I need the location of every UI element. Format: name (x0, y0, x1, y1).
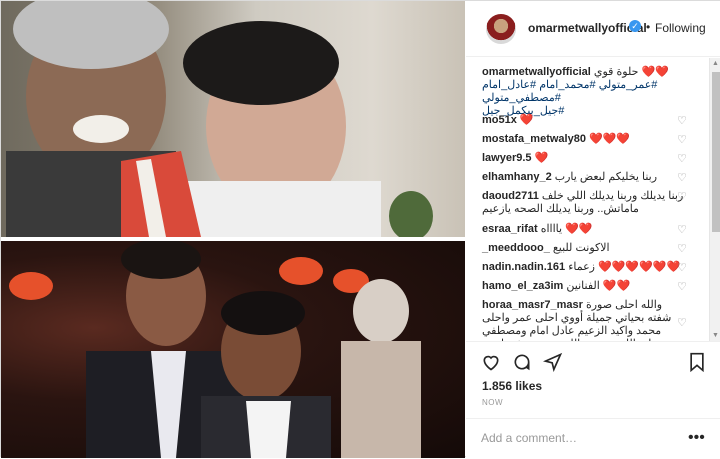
comment-row: daoud2711 ربنا يديلك وربنا يديلك اللي خل… (482, 190, 686, 216)
bookmark-icon[interactable] (688, 352, 706, 377)
comment-text: ❤️ (519, 114, 534, 126)
comment-like-heart-icon[interactable]: ♡ (677, 114, 687, 127)
comment-row: nadin.nadin.161 زعماء ❤️❤️❤️❤️❤️❤️ (482, 261, 686, 274)
comment-text: الفنانين ❤️❤️ (566, 280, 631, 292)
comment-text: ❤️❤️❤️ (589, 133, 631, 145)
comment-like-heart-icon[interactable]: ♡ (677, 133, 687, 146)
comment-text: الاكونت للبيع (552, 242, 610, 254)
comment-username[interactable]: nadin.nadin.161 (482, 261, 565, 273)
comment-like-heart-icon[interactable]: ♡ (677, 316, 687, 329)
comment-username[interactable]: lawyer9.5 (482, 152, 532, 164)
heart-outline-icon[interactable] (481, 352, 501, 377)
post-side-panel: omarmetwallyofficial ✓ • Following omarm… (466, 1, 720, 458)
comment-username[interactable]: mo51x (482, 114, 517, 126)
caption-username[interactable]: omarmetwallyofficial (482, 66, 591, 78)
caption-hashtags-line1[interactable]: #عمر_متولي #محمد_امام #عادل_امام #مصطفي_… (482, 79, 704, 105)
post-modal: omarmetwallyofficial ✓ • Following omarm… (0, 0, 720, 458)
comment-row: hamo_el_za3im الفنانين ❤️❤️ (482, 280, 686, 293)
post-actions: 1.856 likes NOW ••• (466, 341, 720, 458)
scroll-up-arrow-icon[interactable]: ▲ (712, 60, 719, 67)
avatar[interactable] (486, 14, 516, 44)
comment-like-heart-icon[interactable]: ♡ (677, 242, 687, 255)
comment-row: mostafa_metwaly80 ❤️❤️❤️ (482, 133, 686, 146)
post-caption: omarmetwallyofficial حلوة قوي ❤️❤️ #عمر_… (482, 66, 704, 118)
comment-username[interactable]: elhamhany_2 (482, 171, 552, 183)
comment-row: lawyer9.5 ❤️ (482, 152, 686, 165)
comment-like-heart-icon[interactable]: ♡ (677, 280, 687, 293)
photo-top-illustration (6, 1, 433, 237)
comment-username[interactable]: horaa_masr7_masr (482, 299, 583, 311)
verified-badge-icon: ✓ (629, 20, 641, 32)
comment-username[interactable]: mostafa_metwaly80 (482, 133, 586, 145)
comment-username[interactable]: hamo_el_za3im (482, 280, 563, 292)
comment-username[interactable]: esraa_rifat (482, 223, 538, 235)
comment-row: horaa_masr7_masr والله احلى صورة شفته بح… (482, 299, 686, 341)
comments-scrollbar[interactable]: ▲ ▼ (709, 58, 720, 341)
post-timestamp: NOW (482, 398, 504, 407)
add-comment-bar: ••• (466, 418, 720, 459)
caption-text: حلوة قوي ❤️❤️ (593, 66, 669, 78)
photo-top-still (1, 1, 465, 237)
more-options-icon[interactable]: ••• (688, 429, 705, 447)
comment-text: زعماء ❤️❤️❤️❤️❤️❤️ (568, 261, 681, 273)
add-comment-input[interactable] (481, 431, 681, 445)
comment-like-heart-icon[interactable]: ♡ (677, 152, 687, 165)
following-button[interactable]: Following (655, 21, 706, 35)
comment-like-heart-icon[interactable]: ♡ (677, 171, 687, 184)
comment-text: ❤️ (534, 152, 549, 164)
comment-row: esraa_rifat يااااه ❤️❤️ (482, 223, 686, 236)
comments-list[interactable]: omarmetwallyofficial حلوة قوي ❤️❤️ #عمر_… (466, 58, 720, 341)
like-count[interactable]: 1.856 likes (482, 379, 542, 393)
comment-row: _meeddooo_ الاكونت للبيع (482, 242, 686, 255)
comment-like-heart-icon[interactable]: ♡ (677, 261, 687, 274)
scrollbar-thumb[interactable] (712, 72, 720, 232)
comment-row: elhamhany_2 ربنا يخليكم لبعض يارب (482, 171, 686, 184)
photo-bottom-illustration (9, 241, 421, 458)
comment-username[interactable]: _meeddooo_ (482, 242, 550, 254)
comment-text: يااااه ❤️❤️ (540, 223, 593, 235)
post-header: omarmetwallyofficial ✓ • Following (466, 1, 720, 57)
share-paper-plane-icon[interactable] (542, 352, 563, 377)
photo-bottom-still (1, 241, 465, 458)
comment-bubble-icon[interactable] (512, 352, 532, 377)
comment-username[interactable]: daoud2711 (482, 190, 539, 202)
comment-like-heart-icon[interactable]: ♡ (677, 223, 687, 236)
comment-row: mo51x ❤️ (482, 114, 686, 127)
comment-like-heart-icon[interactable]: ♡ (677, 190, 687, 203)
post-photo[interactable] (1, 1, 465, 458)
scroll-down-arrow-icon[interactable]: ▼ (712, 332, 719, 339)
header-separator: • (646, 20, 651, 34)
comment-text: ربنا يخليكم لبعض يارب (554, 171, 658, 183)
